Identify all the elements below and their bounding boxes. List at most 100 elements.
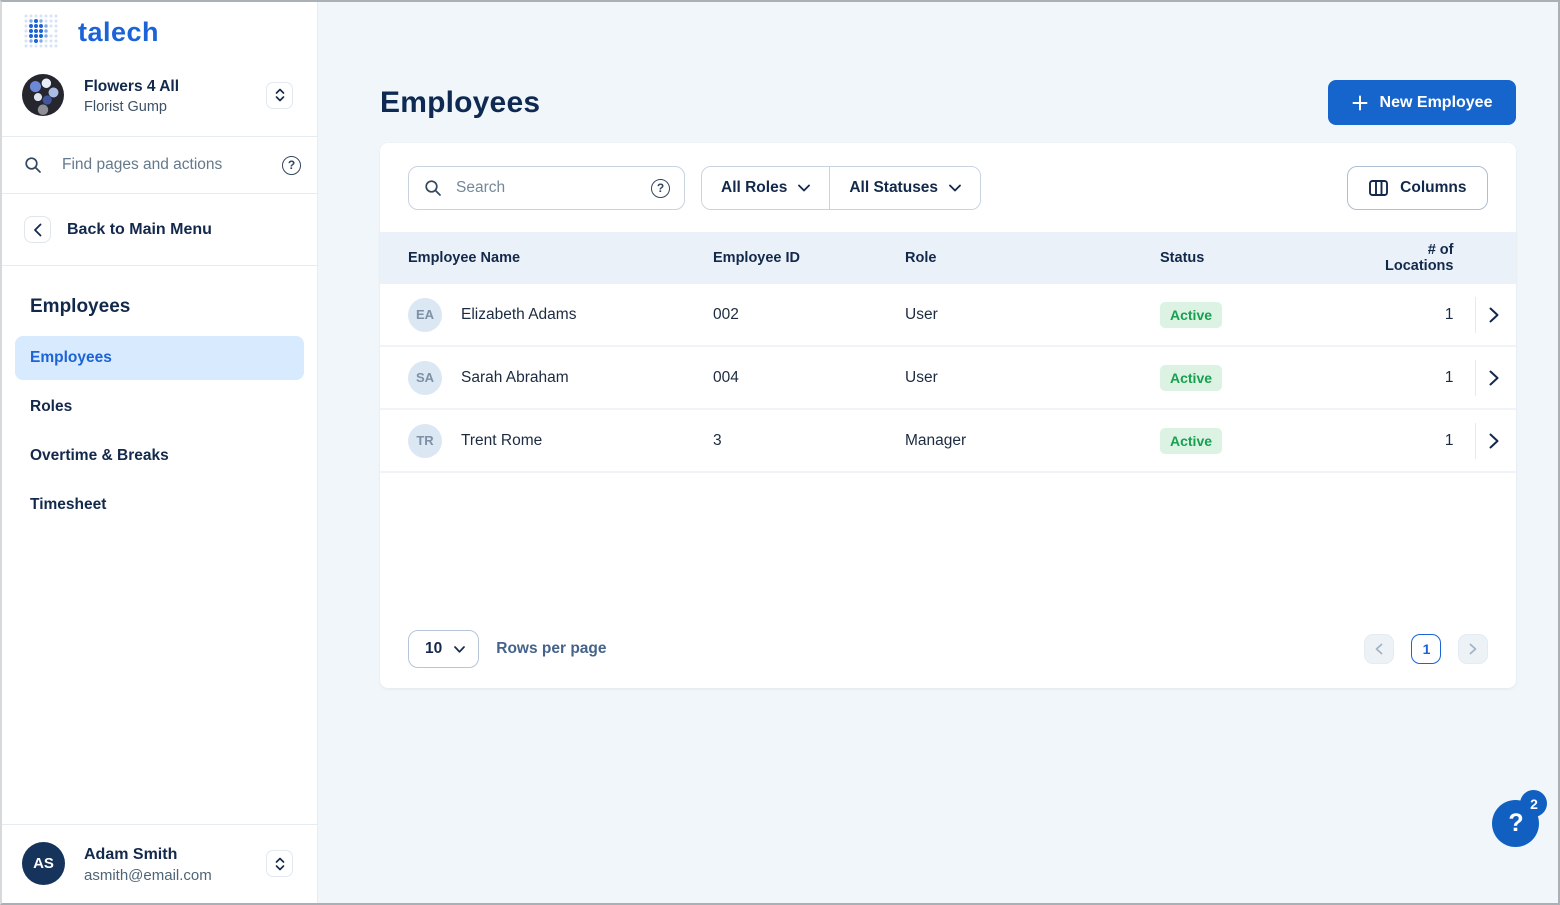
page-title: Employees [380,86,540,120]
nav-item-label: Employees [30,349,112,367]
chevron-down-icon [949,184,961,192]
chevron-left-icon [33,223,42,237]
sidebar-item-timesheet[interactable]: Timesheet [15,483,304,527]
sidebar-item-overtime-breaks[interactable]: Overtime & Breaks [15,434,304,478]
columns-button[interactable]: Columns [1347,166,1488,210]
table-search[interactable]: ? [408,166,685,210]
brand-logo: talech [2,2,317,60]
search-help-icon[interactable]: ? [651,179,670,198]
next-page-button[interactable] [1458,634,1488,664]
rows-per-page-value: 10 [425,640,442,658]
row-detail-chevron[interactable] [1489,370,1499,386]
columns-icon [1369,180,1388,196]
question-glyph: ? [288,158,295,172]
user-text: Adam Smith asmith@email.com [84,843,266,884]
status-badge: Active [1160,302,1222,328]
page-header: Employees New Employee [380,80,1516,125]
chevron-down-icon [454,646,465,653]
employees-card: ? All Roles All Statuses [380,143,1516,688]
filter-group: All Roles All Statuses [701,166,981,210]
current-page: 1 [1423,641,1431,657]
chevron-right-icon [1469,643,1477,655]
col-status: Status [1160,250,1385,266]
row-divider [1475,297,1476,333]
col-employee-id: Employee ID [713,250,905,266]
help-button[interactable]: ? 2 [1492,800,1539,847]
account-switcher-row: Flowers 4 All Florist Gump [2,60,317,136]
search-help-icon[interactable]: ? [282,156,301,175]
sidebar-item-roles[interactable]: Roles [15,385,304,429]
app-window: talech Flowers 4 All Florist Gump [0,0,1560,905]
help-notification-badge: 2 [1520,790,1547,817]
col-employee-name: Employee Name [380,250,713,266]
back-label: Back to Main Menu [67,221,212,239]
col-locations: # of Locations [1385,242,1453,274]
status-badge: Active [1160,428,1222,454]
pager: 1 [1364,634,1488,664]
row-divider [1475,423,1476,459]
employee-initials: SA [416,370,434,385]
back-button[interactable] [24,216,51,243]
roles-filter-dropdown[interactable]: All Roles [702,167,829,209]
employee-role: Manager [905,432,1160,450]
user-profile-row: AS Adam Smith asmith@email.com [2,824,317,903]
employee-avatar: TR [408,424,442,458]
employee-id: 004 [713,369,905,387]
employee-role: User [905,306,1160,324]
table-row[interactable]: EA Elizabeth Adams 002 User Active 1 [380,284,1516,347]
talech-dots-logo-icon [22,12,62,52]
sidebar-search[interactable]: ? [2,137,317,193]
employee-locations: 1 [1385,306,1453,324]
row-divider [1475,360,1476,396]
previous-page-button[interactable] [1364,634,1394,664]
chevron-left-icon [1375,643,1383,655]
question-glyph: ? [1508,809,1523,838]
table-row[interactable]: SA Sarah Abraham 004 User Active 1 [380,347,1516,410]
new-employee-button[interactable]: New Employee [1328,80,1517,125]
page-number-button[interactable]: 1 [1411,634,1441,664]
row-detail-chevron[interactable] [1489,433,1499,449]
pagination-bar: 10 Rows per page 1 [380,630,1516,688]
employee-role: User [905,369,1160,387]
sidebar-search-input[interactable] [62,156,262,174]
chevron-right-icon [1489,307,1499,323]
nav-item-label: Overtime & Breaks [30,447,169,465]
nav-item-label: Roles [30,398,72,416]
back-to-main-menu[interactable]: Back to Main Menu [2,194,317,265]
sidebar: talech Flowers 4 All Florist Gump [2,2,318,903]
row-detail-chevron[interactable] [1489,307,1499,323]
employee-initials: TR [416,433,433,448]
rows-per-page-select[interactable]: 10 [408,630,479,668]
table-search-input[interactable] [456,179,637,197]
col-role: Role [905,250,1160,266]
employee-name: Trent Rome [461,432,542,450]
status-badge: Active [1160,365,1222,391]
account-name: Flowers 4 All [84,75,266,99]
chevron-down-icon [798,184,810,192]
columns-label: Columns [1400,179,1466,197]
account-switcher-button[interactable] [266,82,293,109]
search-icon [424,179,442,197]
search-icon [24,156,42,174]
roles-filter-label: All Roles [721,179,787,197]
chevron-right-icon [1489,433,1499,449]
sidebar-nav: Employees Employees Roles Overtime & Bre… [2,266,317,532]
nav-item-label: Timesheet [30,496,106,514]
chevron-up-down-icon [275,88,285,102]
account-avatar [22,74,64,116]
employee-name: Elizabeth Adams [461,306,576,324]
chevron-up-down-icon [275,857,285,871]
question-glyph: ? [657,181,664,195]
table-row[interactable]: TR Trent Rome 3 Manager Active 1 [380,410,1516,473]
user-name: Adam Smith [84,843,266,867]
user-initials: AS [33,855,54,872]
account-text: Flowers 4 All Florist Gump [84,75,266,115]
new-employee-label: New Employee [1380,94,1493,112]
rows-per-page-label: Rows per page [496,640,606,658]
user-switcher-button[interactable] [266,850,293,877]
nav-section-title: Employees [30,296,304,318]
statuses-filter-dropdown[interactable]: All Statuses [829,167,980,209]
employee-id: 3 [713,432,905,450]
account-subtitle: Florist Gump [84,99,266,115]
sidebar-item-employees[interactable]: Employees [15,336,304,380]
